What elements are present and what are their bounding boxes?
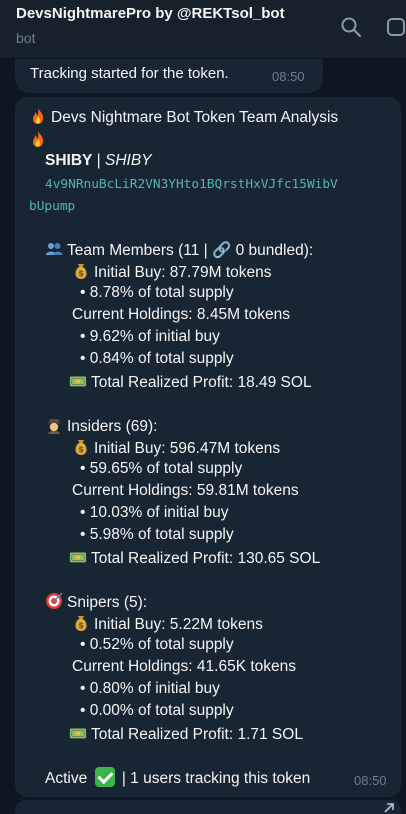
message-text: Tracking started for the token. [30, 65, 229, 82]
dollar-bill-icon [69, 728, 87, 739]
detective-icon [47, 419, 61, 434]
insiders-heading: Insiders (69): [67, 418, 158, 435]
snipers-initial-buy-line: $ Initial Buy: 5.22M tokens [72, 614, 263, 634]
snipers-initial-supply: • 0.52% of total supply [80, 636, 234, 653]
analysis-title-line: Devs Nightmare Bot Token Team Analysis [29, 107, 338, 127]
team-pct-initial: • 9.62% of initial buy [80, 328, 220, 345]
svg-text:$: $ [78, 269, 84, 278]
status-active: Active [45, 770, 88, 787]
fire-icon [33, 131, 44, 147]
insiders-profit: Total Realized Profit: 130.65 SOL [91, 550, 321, 567]
chat-title[interactable]: DevsNightmarePro by @REKTsol_bot [16, 5, 285, 22]
status-line: Active | 1 users tracking this token [45, 767, 310, 788]
insiders-heading-line: Insiders (69): [45, 416, 157, 436]
chat-header: DevsNightmarePro by @REKTsol_bot bot [0, 0, 406, 58]
next-message-bubble [15, 800, 401, 814]
insiders-current-holdings: Current Holdings: 59.81M tokens [72, 482, 299, 499]
insiders-pct-supply: • 5.98% of total supply [80, 526, 234, 543]
snipers-initial-buy: Initial Buy: 5.22M tokens [94, 616, 263, 633]
snipers-current-holdings: Current Holdings: 41.65K tokens [72, 658, 297, 675]
svg-text:$: $ [78, 621, 84, 630]
team-current-holdings: Current Holdings: 8.45M tokens [72, 306, 290, 323]
token-name: SHIBY [105, 152, 152, 169]
team-heading: Team Members (11 | 🔗 0 bundled): [67, 242, 314, 259]
analysis-title-line-2 [29, 130, 51, 150]
money-bag-icon: $ [75, 616, 87, 631]
message-tracking-started: Tracking started for the token. 08:50 [15, 59, 323, 93]
chat-subtitle: bot [16, 30, 36, 46]
team-initial-supply: • 8.78% of total supply [80, 284, 234, 301]
analysis-title: Devs Nightmare Bot Token Team Analysis [51, 109, 339, 126]
money-bag-icon: $ [75, 440, 87, 455]
snipers-profit: Total Realized Profit: 1.71 SOL [91, 726, 303, 743]
insiders-profit-line: Total Realized Profit: 130.65 SOL [69, 548, 320, 568]
team-pct-supply: • 0.84% of total supply [80, 350, 234, 367]
expand-arrow-icon[interactable] [383, 802, 395, 814]
snipers-heading-line: Snipers (5): [45, 592, 147, 612]
dollar-bill-icon [69, 552, 87, 563]
team-initial-buy-line: $ Initial Buy: 87.79M tokens [72, 262, 272, 282]
message-token-analysis: Devs Nightmare Bot Token Team Analysis S… [15, 97, 401, 797]
dollar-bill-icon [69, 376, 87, 387]
snipers-profit-line: Total Realized Profit: 1.71 SOL [69, 724, 303, 744]
team-initial-buy: Initial Buy: 87.79M tokens [94, 264, 272, 281]
insiders-initial-buy-line: $ Initial Buy: 596.47M tokens [72, 438, 280, 458]
search-icon[interactable] [340, 16, 362, 38]
snipers-pct-initial: • 0.80% of initial buy [80, 680, 220, 697]
svg-text:$: $ [78, 445, 84, 454]
busts-icon [46, 243, 63, 255]
snipers-heading: Snipers (5): [67, 594, 148, 611]
insiders-initial-supply: • 59.65% of total supply [80, 460, 243, 477]
token-address-line-2[interactable]: bUpump [29, 199, 75, 214]
team-profit: Total Realized Profit: 18.49 SOL [91, 374, 312, 391]
check-mark-icon [94, 767, 115, 787]
snipers-pct-supply: • 0.00% of total supply [80, 702, 234, 719]
message-time: 08:50 [272, 69, 305, 84]
status-tracking: | 1 users tracking this token [121, 770, 311, 787]
fire-icon [33, 108, 44, 124]
team-heading-line: Team Members (11 | 🔗 0 bundled): [45, 240, 313, 260]
token-name-line: SHIBY | SHIBY [45, 152, 152, 170]
token-symbol: SHIBY [45, 152, 93, 169]
money-bag-icon: $ [75, 264, 87, 279]
team-profit-line: Total Realized Profit: 18.49 SOL [69, 372, 312, 392]
more-options-icon[interactable] [386, 16, 406, 38]
token-address-line-1[interactable]: 4v9NRnuBcLiR2VN3YHto1BQrstHxVJfc15WibV [45, 177, 338, 192]
insiders-initial-buy: Initial Buy: 596.47M tokens [94, 440, 281, 457]
token-separator: | [92, 152, 106, 169]
message-time: 08:50 [354, 773, 387, 788]
insiders-pct-initial: • 10.03% of initial buy [80, 504, 229, 521]
target-icon [46, 592, 63, 609]
